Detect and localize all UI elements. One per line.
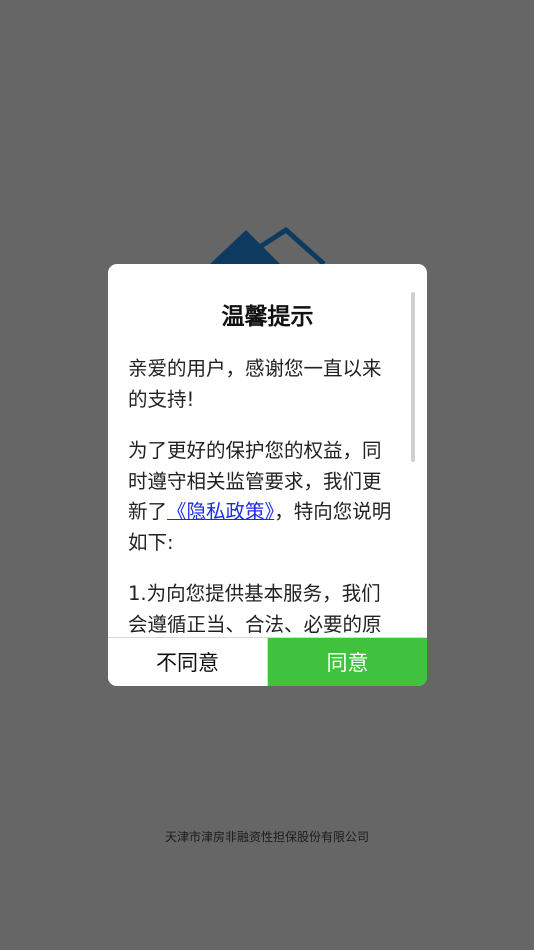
service-paragraph: 1.为向您提供基本服务，我们会遵循正当、合法、必要的原则 [128, 582, 382, 636]
greeting-paragraph: 亲爱的用户，感谢您一直以来的支持! [128, 357, 382, 411]
agree-button[interactable]: 同意 [268, 638, 427, 686]
privacy-policy-link[interactable]: 《隐私政策》 [167, 500, 274, 523]
company-name: 天津市津房非融资性担保股份有限公司 [164, 830, 369, 844]
dialog-scrollbar[interactable] [411, 292, 415, 462]
dialog-title: 温馨提示 [221, 304, 314, 330]
dialog-scroll-area[interactable]: 温馨提示 亲爱的用户，感谢您一直以来的支持! 为了更好的保护您的权益，同时遵守相… [108, 264, 427, 638]
dialog-button-bar: 不同意 同意 [108, 637, 427, 686]
disagree-button[interactable]: 不同意 [108, 638, 268, 686]
privacy-dialog: 温馨提示 亲爱的用户，感谢您一直以来的支持! 为了更好的保护您的权益，同时遵守相… [108, 264, 427, 686]
policy-update-paragraph: 为了更好的保护您的权益，同时遵守相关监管要求，我们更新了《隐私政策》，特向您说明… [128, 436, 393, 558]
dialog-body: 亲爱的用户，感谢您一直以来的支持! 为了更好的保护您的权益，同时遵守相关监管要求… [108, 354, 427, 638]
